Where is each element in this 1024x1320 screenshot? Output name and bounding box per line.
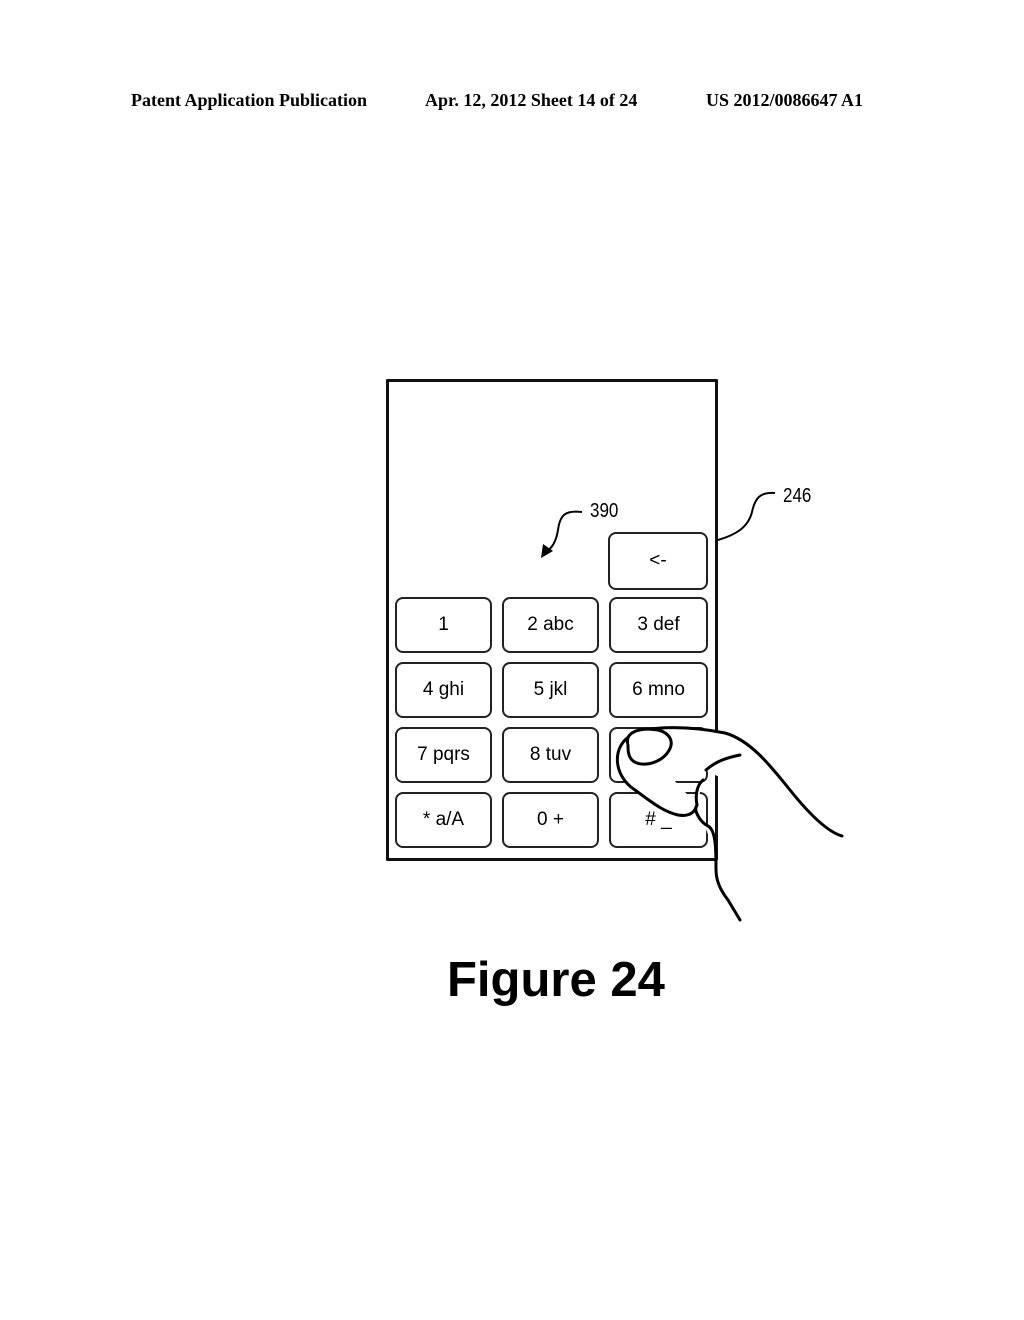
- leader-line-390: [545, 510, 583, 553]
- leader-line-246: [717, 491, 776, 541]
- figure-drawing: [541, 491, 844, 922]
- thumbnail-icon: [625, 727, 673, 766]
- figure-caption: Figure 24: [447, 953, 665, 1007]
